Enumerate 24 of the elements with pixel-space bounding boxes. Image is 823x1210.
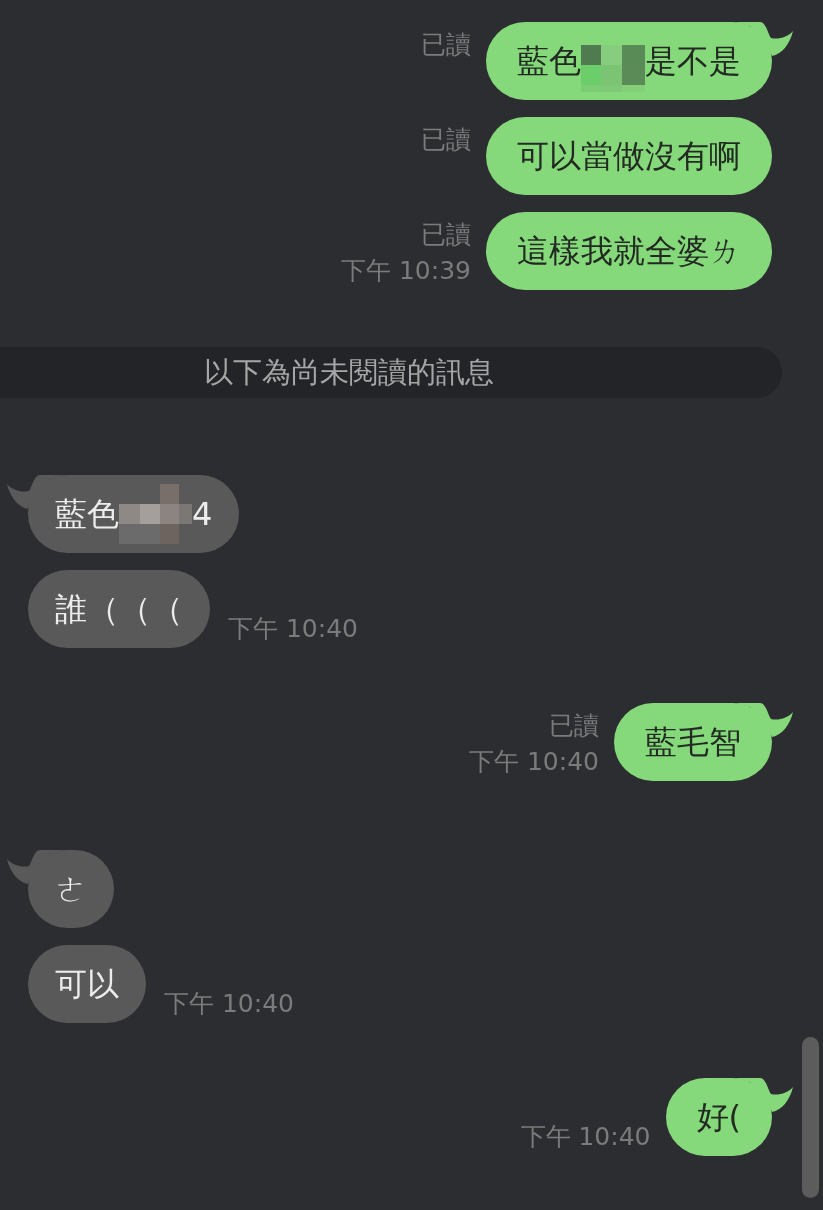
read-receipt: 已讀 [421,29,471,61]
message-text: 好( [696,1097,741,1137]
message-text: 是不是 [645,41,741,81]
message-text: ㄜ [55,869,87,909]
read-receipt: 已讀 [421,124,471,156]
message-time: 下午 10:40 [228,613,358,645]
read-receipt: 已讀 [549,710,599,742]
message-text: 誰（（（ [55,589,183,629]
unread-banner: 以下為尚未閱讀的訊息 [0,347,782,398]
message-text: 可以 [55,964,119,1004]
message-time: 下午 10:40 [520,1121,651,1153]
message-text: 藍色 [517,41,581,81]
pixel-mosaic-icon [119,484,192,544]
message-text: 藍色 [55,494,119,534]
scrollbar-thumb[interactable] [802,1037,819,1198]
message-text: 4 [192,494,213,534]
read-receipt: 已讀 [421,219,471,251]
message-time: 下午 10:39 [341,255,471,287]
message-time: 下午 10:40 [164,988,294,1020]
message-text: 可以當做沒有啊 [517,136,741,176]
pixel-mosaic-icon [581,45,645,92]
message-text: 藍毛智 [645,722,741,762]
message-text: 這樣我就全婆ㄌ [517,231,741,271]
message-time: 下午 10:40 [469,746,599,778]
